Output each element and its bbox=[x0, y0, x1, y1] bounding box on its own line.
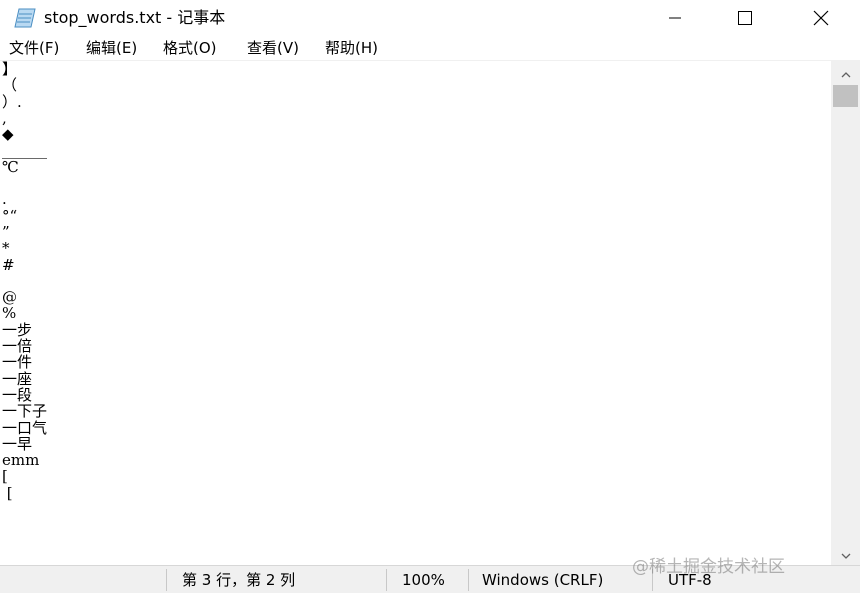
scroll-up-button[interactable] bbox=[831, 60, 860, 84]
menu-file[interactable]: 文件(F) bbox=[9, 38, 59, 58]
status-divider bbox=[386, 569, 387, 591]
maximize-button[interactable] bbox=[722, 0, 768, 36]
maximize-icon bbox=[738, 11, 752, 25]
arrow-up-icon bbox=[841, 63, 851, 82]
status-divider bbox=[166, 569, 167, 591]
watermark-text: @稀土掘金技术社区 bbox=[632, 557, 785, 577]
notepad-icon bbox=[14, 8, 36, 28]
menu-edit[interactable]: 编辑(E) bbox=[86, 38, 137, 58]
menu-help[interactable]: 帮助(H) bbox=[325, 38, 378, 58]
status-divider bbox=[468, 569, 469, 591]
scroll-down-button[interactable] bbox=[831, 541, 860, 565]
line-ending: Windows (CRLF) bbox=[482, 571, 604, 589]
zoom-level: 100% bbox=[402, 571, 445, 589]
close-button[interactable] bbox=[798, 0, 844, 36]
editor-content[interactable]: 】 （ ）. , ◆ ______ ℃ . °“ ” * # @ % 一步 一倍… bbox=[2, 61, 47, 501]
close-icon bbox=[813, 10, 829, 26]
minimize-button[interactable] bbox=[652, 0, 698, 36]
minimize-icon bbox=[669, 12, 681, 24]
menu-bar: 文件(F) 编辑(E) 格式(O) 查看(V) 帮助(H) bbox=[0, 36, 860, 60]
vertical-scrollbar[interactable] bbox=[831, 60, 860, 565]
arrow-down-icon bbox=[841, 544, 851, 563]
menu-view[interactable]: 查看(V) bbox=[247, 38, 299, 58]
title-bar[interactable]: stop_words.txt - 记事本 bbox=[0, 0, 860, 36]
cursor-position: 第 3 行，第 2 列 bbox=[182, 571, 296, 589]
scrollbar-thumb[interactable] bbox=[833, 85, 858, 107]
notepad-window: stop_words.txt - 记事本 文件(F) 编辑(E) 格式(O) 查… bbox=[0, 0, 860, 593]
text-editor[interactable]: 】 （ ）. , ◆ ______ ℃ . °“ ” * # @ % 一步 一倍… bbox=[0, 60, 831, 566]
menu-format[interactable]: 格式(O) bbox=[163, 38, 217, 58]
window-title: stop_words.txt - 记事本 bbox=[44, 8, 226, 27]
